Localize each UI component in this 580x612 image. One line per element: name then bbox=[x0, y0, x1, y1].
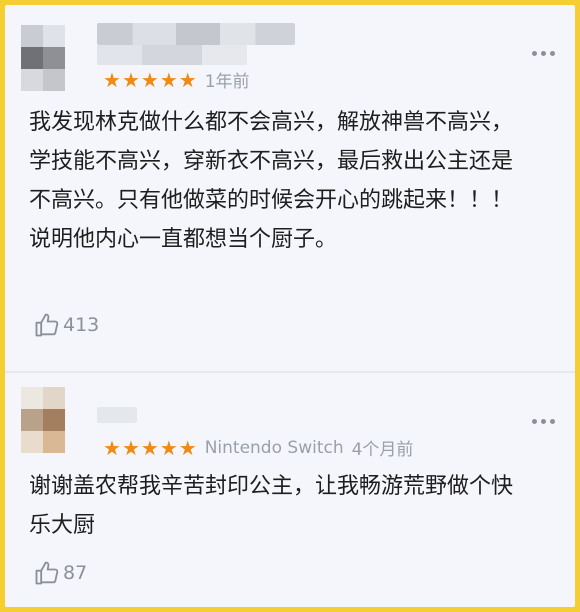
like-button[interactable]: 87 bbox=[33, 559, 87, 587]
review-platform: Nintendo Switch bbox=[204, 437, 344, 458]
star-icon: ★ bbox=[159, 67, 178, 92]
thumbs-up-icon bbox=[35, 313, 59, 337]
star-icon: ★ bbox=[159, 435, 178, 460]
rating-row: ★ ★ ★ ★ ★ Nintendo Switch 4个月前 bbox=[103, 435, 414, 461]
more-icon[interactable] bbox=[532, 419, 555, 424]
review-text: 我发现林克做什么都不会高兴，解放神兽不高兴，学技能不高兴，穿新衣不高兴，最后救出… bbox=[29, 110, 514, 252]
username[interactable] bbox=[97, 23, 295, 45]
rating-row: ★ ★ ★ ★ ★ 1年前 bbox=[103, 67, 250, 93]
star-rating: ★ ★ ★ ★ ★ bbox=[103, 438, 197, 458]
star-icon: ★ bbox=[103, 435, 121, 460]
avatar[interactable] bbox=[21, 25, 69, 91]
review-card: ★ ★ ★ ★ ★ Nintendo Switch 4个月前 谢谢盖农帮我辛苦封… bbox=[5, 373, 575, 607]
star-rating: ★ ★ ★ ★ ★ bbox=[103, 70, 197, 90]
review-time: 1年前 bbox=[204, 72, 250, 92]
thumbs-up-icon bbox=[35, 561, 59, 585]
star-icon: ★ bbox=[121, 435, 140, 460]
more-icon[interactable] bbox=[532, 51, 555, 56]
reviews-panel: ★ ★ ★ ★ ★ 1年前 我发现林克做什么都不会高兴，解放神兽不高兴，学技能不… bbox=[5, 5, 575, 607]
star-icon: ★ bbox=[140, 435, 159, 460]
star-icon: ★ bbox=[140, 67, 159, 92]
star-icon: ★ bbox=[103, 67, 121, 92]
avatar[interactable] bbox=[21, 387, 69, 453]
star-icon: ★ bbox=[178, 67, 197, 92]
username[interactable] bbox=[97, 407, 137, 423]
like-button[interactable]: 413 bbox=[33, 311, 99, 339]
review-time: 4个月前 bbox=[351, 440, 414, 460]
review-card: ★ ★ ★ ★ ★ 1年前 我发现林克做什么都不会高兴，解放神兽不高兴，学技能不… bbox=[5, 5, 575, 373]
like-count: 413 bbox=[63, 314, 100, 336]
username-detail bbox=[97, 45, 247, 65]
like-count: 87 bbox=[63, 562, 88, 584]
star-icon: ★ bbox=[121, 67, 140, 92]
star-icon: ★ bbox=[178, 435, 197, 460]
review-text: 谢谢盖农帮我辛苦封印公主，让我畅游荒野做个快乐大厨 bbox=[29, 474, 514, 538]
